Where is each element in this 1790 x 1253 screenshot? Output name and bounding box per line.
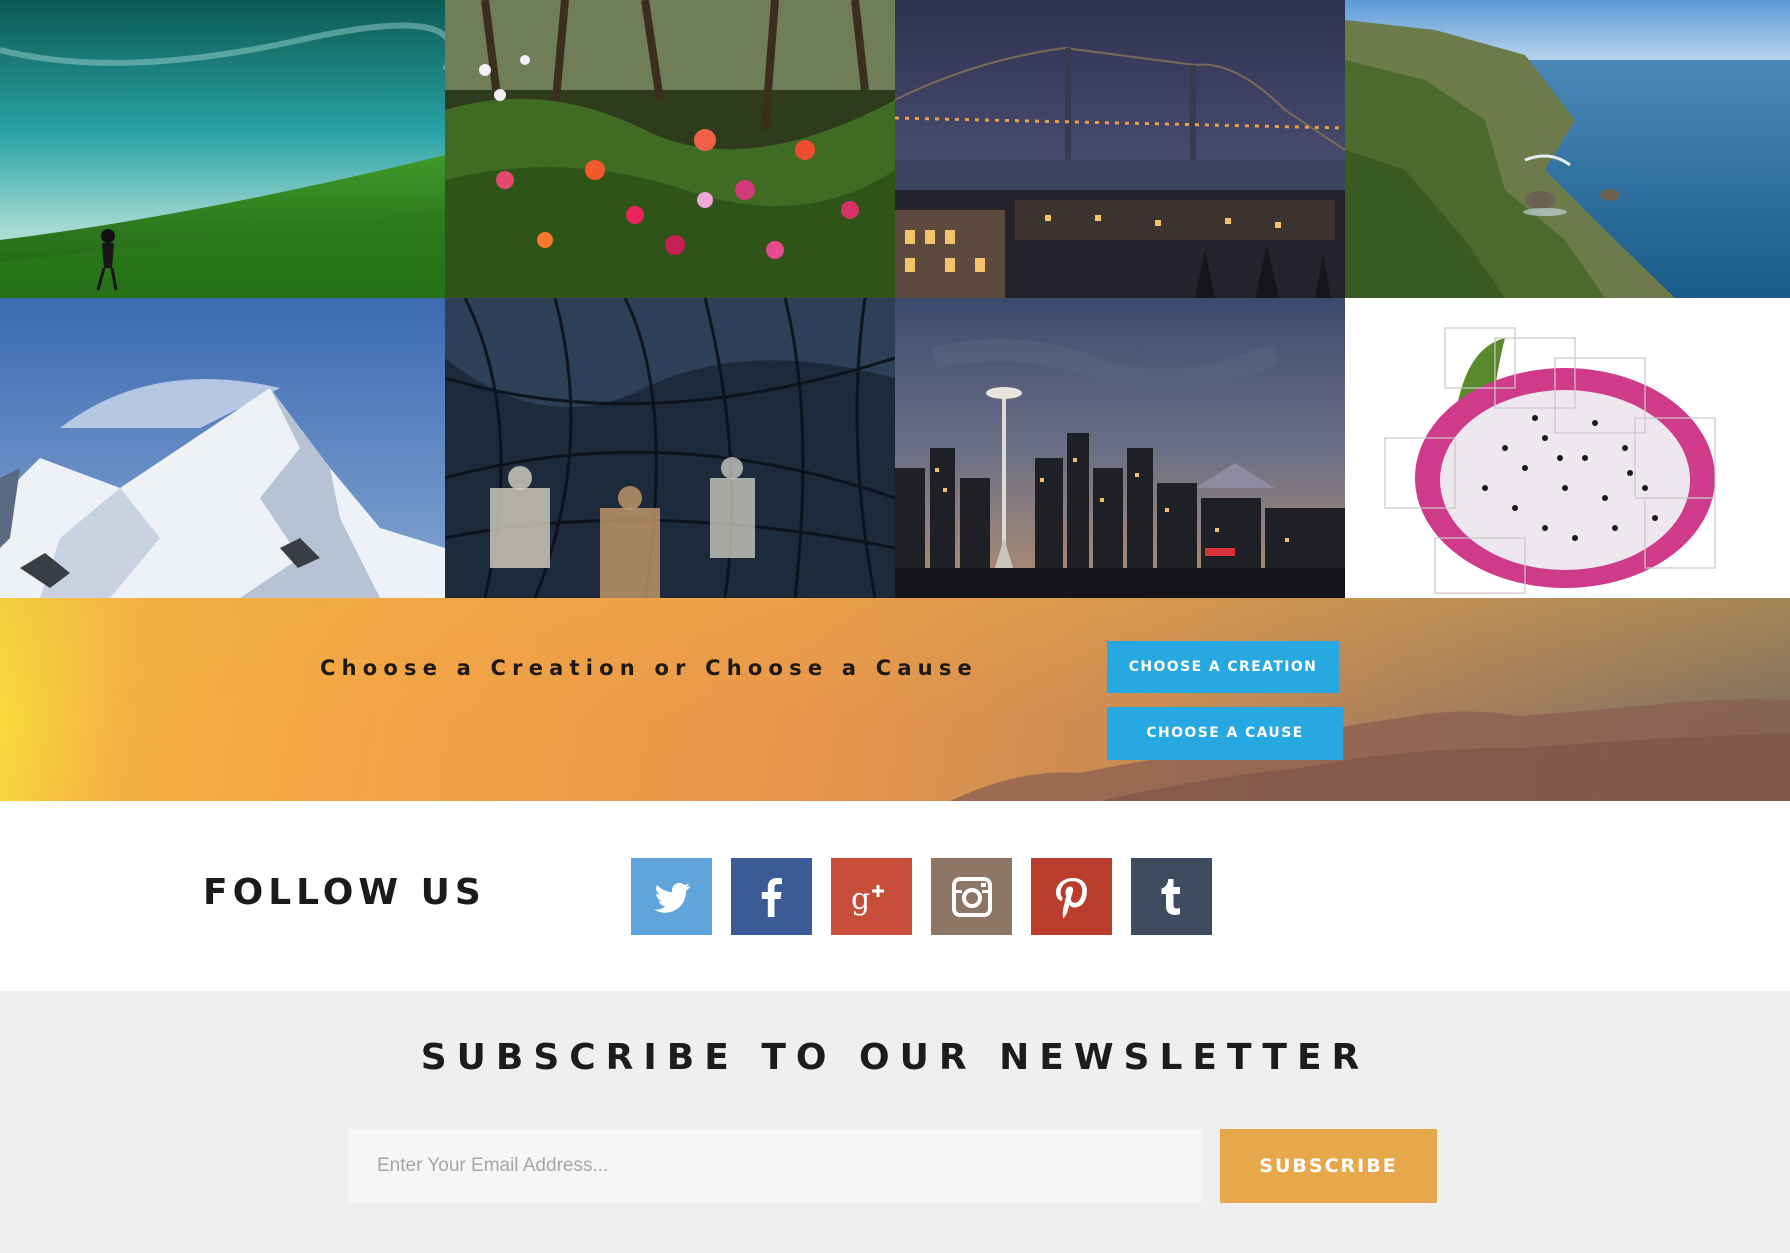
subscribe-button[interactable]: SUBSCRIBE [1220, 1129, 1437, 1203]
gallery-photo-green-hillside[interactable] [0, 0, 445, 298]
twitter-button[interactable] [631, 858, 712, 935]
gallery-photo-snowy-mountain[interactable] [0, 298, 445, 598]
pinterest-icon [1055, 877, 1087, 918]
photo-gallery [0, 0, 1790, 598]
gallery-photo-seattle-skyline[interactable] [895, 298, 1345, 598]
tumblr-icon [1161, 878, 1180, 915]
follow-us-section: FOLLOW US g [0, 801, 1790, 991]
choose-creation-button[interactable]: CHOOSE A CREATION [1107, 641, 1339, 693]
instagram-icon [951, 876, 992, 917]
gallery-photo-coastline[interactable] [1345, 0, 1790, 298]
newsletter-heading: SUBSCRIBE TO OUR NEWSLETTER [420, 1037, 1370, 1078]
email-input[interactable] [348, 1129, 1201, 1203]
gallery-photo-dragon-fruit[interactable] [1345, 298, 1790, 598]
newsletter-section: SUBSCRIBE TO OUR NEWSLETTER SUBSCRIBE [0, 991, 1790, 1253]
mountain-silhouette [950, 699, 1790, 801]
twitter-icon [653, 882, 690, 913]
choose-cause-button[interactable]: CHOOSE A CAUSE [1107, 707, 1343, 760]
cta-tagline: Choose a Creation or Choose a Cause [320, 656, 978, 680]
tumblr-button[interactable] [1131, 858, 1212, 935]
gallery-photo-bay-bridge[interactable] [895, 0, 1345, 298]
google-plus-button[interactable]: g [831, 858, 912, 935]
cta-banner: Choose a Creation or Choose a Cause [0, 598, 1790, 801]
instagram-button[interactable] [931, 858, 1012, 935]
gallery-photo-forest-projection[interactable] [445, 298, 895, 598]
gallery-photo-flower-garden[interactable] [445, 0, 895, 298]
facebook-button[interactable] [731, 858, 812, 935]
pinterest-button[interactable] [1031, 858, 1112, 935]
svg-text:g: g [851, 882, 870, 917]
follow-us-heading: FOLLOW US [203, 872, 486, 913]
facebook-icon [761, 877, 782, 917]
google-plus-icon: g [851, 882, 884, 917]
